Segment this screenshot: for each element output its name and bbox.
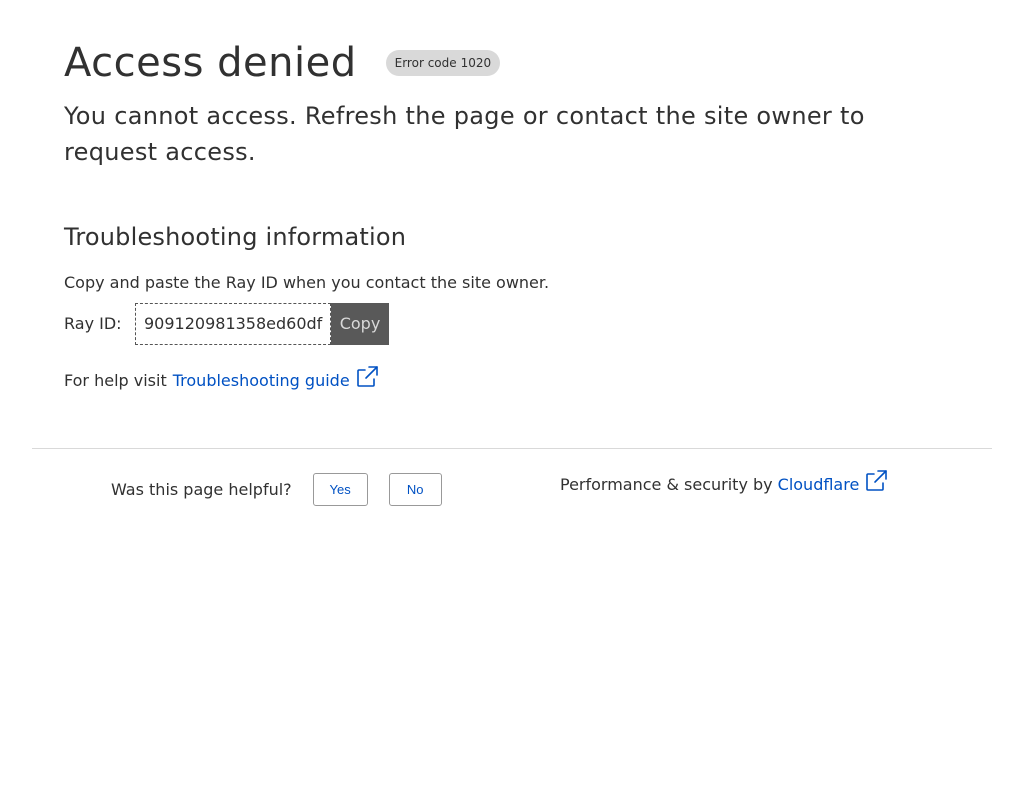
troubleshooting-instructions: Copy and paste the Ray ID when you conta… [64, 273, 550, 292]
ray-id-value[interactable]: 909120981358ed60df [135, 303, 331, 345]
feedback-question: Was this page helpful? [111, 479, 292, 499]
help-row: For help visit Troubleshooting guide [64, 365, 379, 392]
error-code-label: Error code [394, 56, 457, 70]
performance-credit: Performance & security by Cloudflare [560, 469, 888, 496]
performance-prefix: Performance & security by [560, 474, 773, 494]
page: Access denied Error code 1020 You cannot… [0, 0, 1024, 792]
footer-divider [32, 448, 992, 449]
cloudflare-link[interactable]: Cloudflare [778, 475, 860, 494]
ray-id-label: Ray ID: [64, 314, 122, 333]
error-code-value: 1020 [460, 56, 492, 70]
page-title: Access denied [64, 40, 357, 86]
access-message: You cannot access. Refresh the page or c… [64, 102, 865, 166]
feedback-section: Was this page helpful? Yes No [111, 473, 442, 506]
feedback-yes-button[interactable]: Yes [312, 473, 368, 506]
external-link-icon[interactable] [864, 469, 888, 493]
error-code-badge: Error code 1020 [385, 50, 501, 76]
troubleshooting-guide-link[interactable]: Troubleshooting guide [173, 371, 350, 390]
help-prefix: For help visit [64, 370, 167, 390]
feedback-no-button[interactable]: No [388, 473, 442, 506]
title-row: Access denied Error code 1020 [64, 40, 501, 86]
ray-id-row: Ray ID: 909120981358ed60df Copy [64, 303, 389, 345]
external-link-icon[interactable] [355, 365, 379, 389]
copy-ray-id-button[interactable]: Copy [331, 303, 389, 345]
troubleshooting-heading: Troubleshooting information [64, 223, 407, 251]
